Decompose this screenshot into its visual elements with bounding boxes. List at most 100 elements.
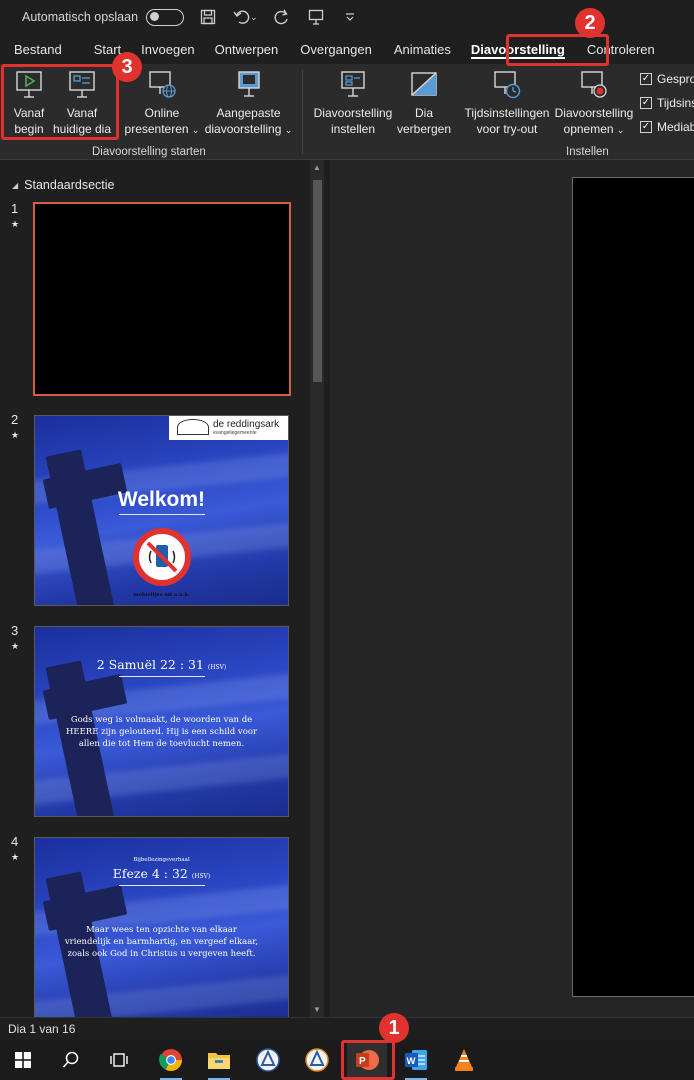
slide-editor [330,160,694,1017]
annotation-callout-2: 2 [575,8,605,38]
title-underline [119,885,205,886]
tab-overgangen[interactable]: Overgangen [293,34,379,64]
slide-indicator: Dia 1 van 16 [8,1022,76,1036]
tab-ontwerpen[interactable]: Ontwerpen [208,34,286,64]
hide-slide-icon [407,68,441,102]
tab-bestand[interactable]: Bestand [7,34,69,64]
slide-number: 1 [11,201,19,216]
custom-slideshow-button[interactable]: Aangepaste diavoorstelling ⌄ [201,68,296,138]
rehearse-timings-icon [490,68,524,102]
app-icon-2[interactable] [297,1040,337,1080]
app-icon-1[interactable] [248,1040,288,1080]
chrome-icon[interactable] [151,1040,191,1080]
scripture-text: Maar wees ten opzichte van elkaar vriend… [64,925,259,959]
scripture-text: Gods weg is volmaakt, de woorden van de … [65,715,258,749]
thumbnail-scrollbar[interactable]: ▲ ▼ [310,160,324,1017]
slide-canvas[interactable] [572,177,694,997]
setup-slideshow-button[interactable]: Diavoorstelling instellen [311,68,395,137]
logo-text: de reddingsark [213,419,280,430]
task-view-icon[interactable] [99,1040,139,1080]
record-slideshow-icon [577,68,611,102]
record-slideshow-button[interactable]: Diavoorstelling opnemen ⌄ [552,68,636,138]
redo-icon[interactable] [272,7,292,27]
autosave-toggle[interactable] [146,8,185,26]
slide-title: Efeze 4 : 32 (HSV) [35,866,288,881]
annotation-box-diavoorstelling [506,34,609,66]
scripture-reference: 2 Samuël 22 : 31 [96,657,204,672]
rehearse-label-2: voor try-out [476,122,538,136]
animation-star-icon: ★ [11,852,20,862]
animation-star-icon: ★ [11,219,20,229]
search-icon[interactable] [51,1040,91,1080]
file-explorer-icon[interactable] [199,1040,239,1080]
section-title: Standaardsectie [24,178,115,192]
record-label-2-text: opnemen [563,122,614,136]
slide-number: 4 [11,834,19,849]
undo-icon[interactable] [232,7,252,27]
slide-footer: mobieltjes uit a.u.b. [133,592,190,598]
slide-kicker: Bijbellezingsverhaal [133,857,190,863]
present-online-label-2-text: presenteren [124,122,189,136]
scroll-down-icon[interactable]: ▼ [312,1005,322,1014]
title-underline [119,676,205,677]
slide-number: 2 [11,412,19,427]
media-controls-label: Mediab [657,120,694,134]
hide-slide-label-1: Dia [414,106,433,120]
custom-slideshow-icon [232,68,266,102]
logo-subtext: evangeliegemeente [213,430,257,436]
group-label-setup: Instellen [566,146,609,158]
scroll-up-icon[interactable]: ▲ [312,163,322,172]
annotation-callout-1: 1 [379,1013,409,1043]
annotation-callout-3: 3 [112,52,142,82]
tab-animaties[interactable]: Animaties [387,34,458,64]
setup-label-1: Diavoorstelling [313,106,393,120]
slide-thumbnail-pane: ◢ Standaardsectie 1 ★ 2 ★ de reddingsark… [0,160,326,1017]
chevron-down-icon: ⌄ [616,125,625,135]
hide-slide-button[interactable]: Dia verbergen [395,68,453,137]
slide-thumbnail-4[interactable]: Bijbellezingsverhaal Efeze 4 : 32 (HSV) … [34,837,289,1017]
church-logo: de reddingsark evangeliegemeente [169,416,288,440]
timings-checkbox[interactable]: ✓ Tijdsins [640,96,694,110]
chevron-down-icon: ⌄ [284,125,293,135]
record-label-2: opnemen ⌄ [564,121,625,138]
rehearse-timings-button[interactable]: Tijdsinstellingen voor try-out [459,68,555,137]
chevron-down-icon[interactable]: ⌄ [250,12,258,23]
present-icon[interactable] [306,7,326,27]
custom-slideshow-label-2-text: diavoorstelling [204,122,282,136]
present-online-icon [145,68,179,102]
timings-label: Tijdsins [657,96,694,110]
present-online-label-2: presenteren ⌄ [125,121,200,138]
slide-title: Welkom! [117,488,206,511]
windows-icon[interactable] [3,1040,43,1080]
hide-slide-label-2: verbergen [396,122,452,136]
collapse-triangle-icon[interactable]: ◢ [12,181,18,190]
svg-text:W: W [407,1056,416,1067]
custom-slideshow-label-1: Aangepaste [216,106,281,120]
vlc-icon[interactable] [444,1040,484,1080]
slide-thumbnail-2[interactable]: de reddingsark evangeliegemeente Welkom!… [34,415,289,606]
word-icon[interactable]: W [396,1040,436,1080]
slide-title: 2 Samuël 22 : 31 (HSV) [35,657,288,672]
no-phone-icon [133,528,191,586]
bible-version: (HSV) [191,873,211,880]
slide-thumbnail-3[interactable]: 2 Samuël 22 : 31 (HSV) Gods weg is volma… [34,626,289,817]
narration-checkbox[interactable]: ✓ Gespro [640,72,694,86]
autosave-label: Automatisch opslaan [22,10,139,24]
annotation-box-powerpoint [341,1040,395,1080]
slide-thumbnail-1[interactable] [33,202,291,396]
present-online-label-1: Online [144,106,180,120]
tab-invoegen[interactable]: Invoegen [134,34,202,64]
scrollbar-thumb[interactable] [313,180,322,382]
title-underline [119,514,205,515]
bible-version: (HSV) [207,664,227,671]
rehearse-label-1: Tijdsinstellingen [464,106,550,120]
ribbon-separator [302,70,303,154]
media-controls-checkbox[interactable]: ✓ Mediab [640,120,694,134]
annotation-box-start-buttons [1,64,119,140]
scripture-reference: Efeze 4 : 32 [112,866,188,881]
section-header[interactable]: ◢ Standaardsectie [12,178,115,192]
customize-icon[interactable] [340,7,360,27]
save-icon[interactable] [198,7,218,27]
animation-star-icon: ★ [11,641,20,651]
record-label-1: Diavoorstelling [554,106,634,120]
